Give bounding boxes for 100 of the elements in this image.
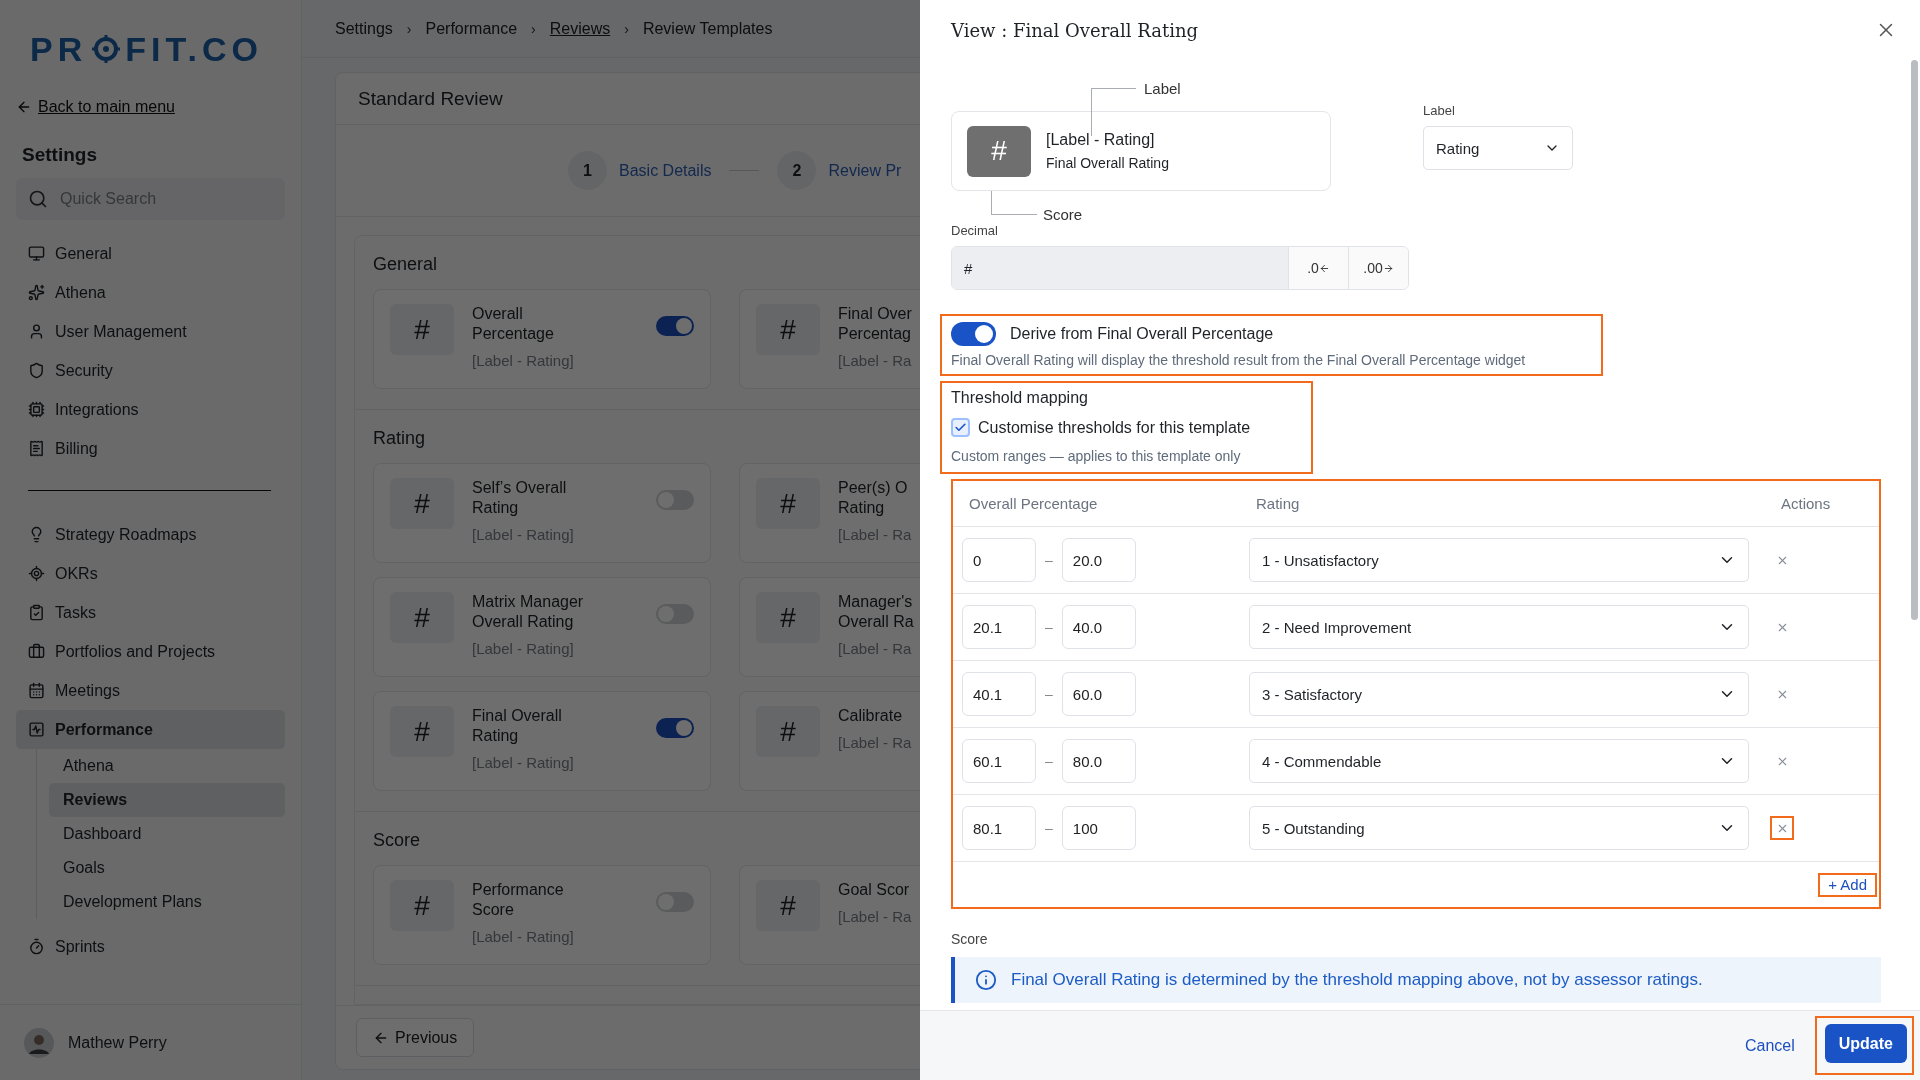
- preview-icon: #: [967, 125, 1031, 177]
- widget-tag: [Label - Ra: [838, 908, 920, 925]
- widget-icon: #: [756, 592, 820, 643]
- nav-item[interactable]: Portfolios and Projects: [16, 632, 285, 671]
- nav-item[interactable]: General: [16, 234, 285, 273]
- max-input[interactable]: 40.0: [1061, 605, 1136, 649]
- nav-subitem[interactable]: Athena: [49, 749, 285, 783]
- breadcrumb-item: Review Templates: [642, 19, 773, 38]
- breadcrumb-separator: ›: [406, 20, 412, 37]
- breadcrumb-separator: ›: [624, 20, 629, 37]
- user-name: Mathew Perry: [68, 1033, 167, 1052]
- toggle-switch[interactable]: [656, 718, 694, 738]
- nav-item[interactable]: Sprints: [16, 927, 285, 966]
- info-icon: [975, 969, 997, 991]
- search-icon: [28, 189, 48, 209]
- step-label[interactable]: Review Pr: [828, 161, 902, 180]
- min-input[interactable]: 40.1: [962, 672, 1036, 716]
- widget-card[interactable]: # Calibrate [Label - Ra: [739, 691, 920, 791]
- breadcrumb-item: Performance: [425, 19, 518, 38]
- receipt-icon: [28, 440, 45, 457]
- step-number: 2: [777, 151, 817, 190]
- nav-item[interactable]: Integrations: [16, 390, 285, 429]
- nav-subitem[interactable]: Development Plans: [49, 885, 285, 919]
- min-input[interactable]: 60.1: [962, 739, 1036, 783]
- widget-tag: [Label - Rating]: [472, 928, 638, 945]
- widget-card[interactable]: # Peer(s) O Rating [Label - Ra: [739, 463, 920, 563]
- label-dropdown[interactable]: Rating: [1423, 126, 1573, 170]
- annotation-label: Score: [1043, 206, 1083, 223]
- nav-item[interactable]: Strategy Roadmaps: [16, 515, 285, 554]
- max-input[interactable]: 80.0: [1061, 739, 1136, 783]
- update-button[interactable]: Update: [1824, 1024, 1907, 1063]
- toggle-switch[interactable]: [951, 322, 996, 346]
- field-label: Score: [951, 931, 989, 947]
- section-title: Threshold mapping: [951, 389, 1089, 407]
- min-input[interactable]: 0: [962, 538, 1036, 582]
- delete-button[interactable]: [1770, 816, 1794, 840]
- nav-item[interactable]: Tasks: [16, 593, 285, 632]
- nav-subitem[interactable]: Goals: [49, 851, 285, 885]
- widget-card[interactable]: # Final Overall Rating [Label - Rating]: [373, 691, 711, 791]
- nav-subitem[interactable]: Dashboard: [49, 817, 285, 851]
- widget-tag: [Label - Rating]: [472, 352, 638, 369]
- range-dash: –: [1045, 820, 1053, 836]
- nav-item[interactable]: OKRs: [16, 554, 285, 593]
- widget-icon: #: [756, 880, 820, 931]
- step-number: 1: [568, 151, 607, 190]
- back-link[interactable]: Back to main menu: [16, 98, 301, 116]
- threshold-rating-dropdown[interactable]: 5 - Outstanding: [1249, 806, 1749, 850]
- widget-card[interactable]: # Final Over Percentag [Label - Ra: [739, 289, 920, 389]
- target-icon: [28, 565, 45, 582]
- toggle-switch[interactable]: [656, 316, 694, 336]
- nav-item[interactable]: Athena: [16, 273, 285, 312]
- shield-icon: [28, 362, 45, 379]
- threshold-rating-dropdown[interactable]: 4 - Commendable: [1249, 739, 1749, 783]
- widget-tag: [Label - Rating]: [472, 640, 638, 657]
- checkbox[interactable]: [951, 418, 970, 437]
- widget-name: Peer(s) O Rating: [838, 478, 909, 518]
- section-title: General: [373, 254, 439, 275]
- nav-item[interactable]: Meetings: [16, 671, 285, 710]
- logo: PR FIT.CO: [29, 28, 264, 70]
- widget-name: Final Overall Rating: [472, 706, 563, 746]
- breadcrumb-link[interactable]: Reviews: [549, 19, 611, 38]
- scrollbar[interactable]: [1911, 60, 1918, 620]
- threshold-rating-dropdown[interactable]: 1 - Unsatisfactory: [1249, 538, 1749, 582]
- nav-item[interactable]: Performance: [16, 710, 285, 749]
- column-header: Overall Percentage: [969, 495, 1099, 512]
- field-label: Decimal: [951, 223, 999, 238]
- widget-card[interactable]: # Manager's Overall Ra [Label - Ra: [739, 577, 920, 677]
- step-label[interactable]: Basic Details: [619, 161, 712, 180]
- nav-item[interactable]: Security: [16, 351, 285, 390]
- check-icon: [954, 421, 967, 434]
- widget-card[interactable]: # Self’s Overall Rating [Label - Rating]: [373, 463, 711, 563]
- threshold-rating-dropdown[interactable]: 3 - Satisfactory: [1249, 672, 1749, 716]
- range-dash: –: [1045, 753, 1053, 769]
- max-input[interactable]: 60.0: [1061, 672, 1136, 716]
- widget-icon: #: [756, 706, 820, 757]
- chip-icon: [28, 401, 45, 418]
- widget-card[interactable]: # Matrix Manager Overall Rating [Label - Rating]: [373, 577, 711, 677]
- toggle-label: Derive from Final Overall Percentage: [1010, 325, 1274, 343]
- widget-icon: #: [390, 880, 454, 931]
- nav-item[interactable]: Billing: [16, 429, 285, 468]
- preview-subtitle: Final Overall Rating: [1046, 155, 1169, 171]
- add-button[interactable]: + Add: [1818, 872, 1877, 897]
- max-input[interactable]: 100: [1061, 806, 1136, 850]
- widget-icon: #: [756, 478, 820, 529]
- calendar-icon: [28, 682, 45, 699]
- nav-item[interactable]: User Management: [16, 312, 285, 351]
- threshold-rating-dropdown[interactable]: 2 - Need Improvement: [1249, 605, 1749, 649]
- nav-subitem[interactable]: Reviews: [49, 783, 285, 817]
- avatar: [24, 1027, 54, 1058]
- description: Final Overall Rating will display the threshold result from the Final Overall Percentage widget: [951, 352, 1527, 368]
- widget-card[interactable]: # Performance Score [Label - Rating]: [373, 865, 711, 965]
- cancel-button[interactable]: Cancel: [1738, 1035, 1801, 1056]
- min-input[interactable]: 80.1: [962, 806, 1036, 850]
- checkbox-label: Customise thresholds for this template: [978, 418, 1251, 437]
- min-input[interactable]: 20.1: [962, 605, 1036, 649]
- widget-card[interactable]: # Overall Percentage [Label - Rating]: [373, 289, 711, 389]
- max-input[interactable]: 20.0: [1061, 538, 1136, 582]
- widget-card[interactable]: # Goal Scor [Label - Ra: [739, 865, 920, 965]
- range-dash: –: [1045, 552, 1053, 568]
- previous-button[interactable]: Previous: [356, 1018, 475, 1057]
